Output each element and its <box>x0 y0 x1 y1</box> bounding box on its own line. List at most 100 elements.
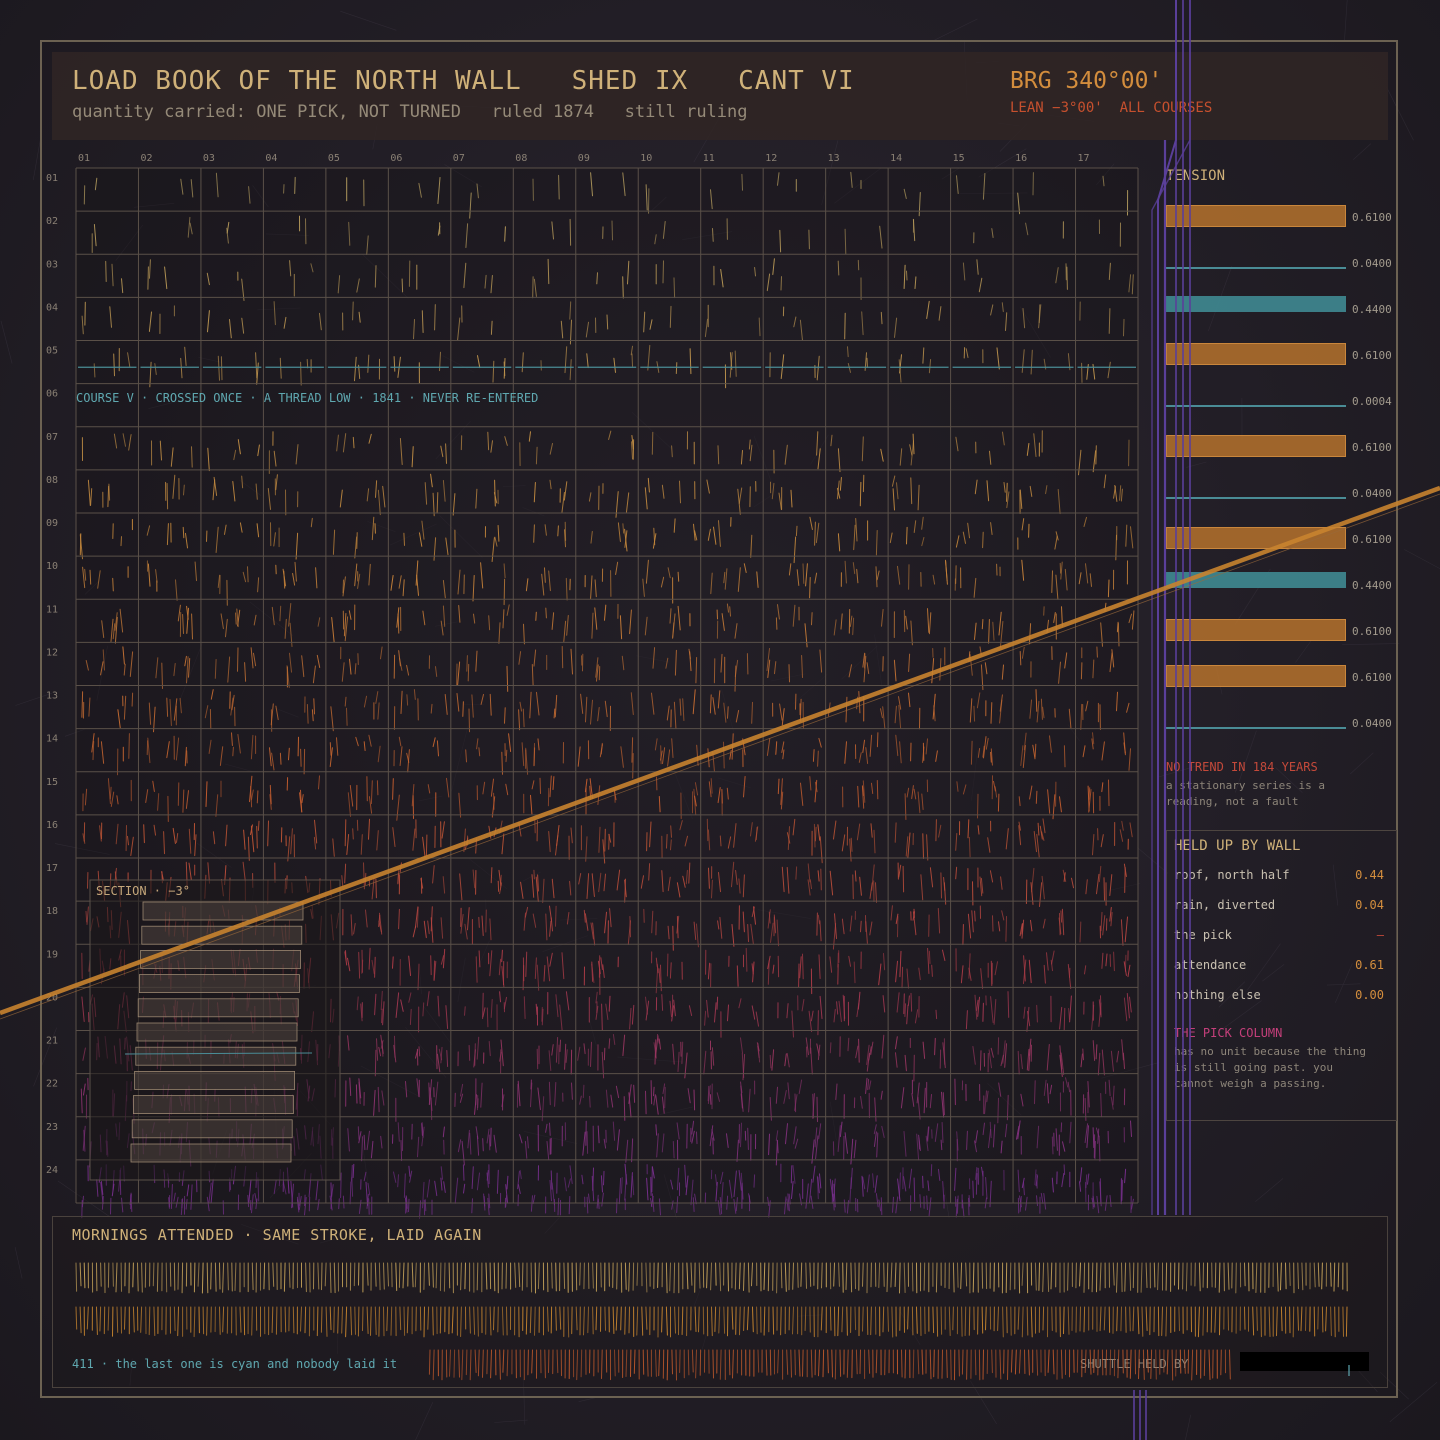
section-course <box>141 925 303 945</box>
held-label: roof, north half <box>1174 868 1290 882</box>
section-course <box>131 1119 293 1139</box>
tension-row: 0.4400 <box>1166 296 1396 322</box>
column-label: 03 <box>203 153 215 164</box>
tension-row: 0.0400 <box>1166 480 1396 506</box>
column-label: 05 <box>328 153 340 164</box>
tension-row: 0.6100 <box>1166 204 1396 230</box>
trend-heading: NO TREND IN 184 YEARS <box>1166 760 1318 774</box>
column-label: 16 <box>1015 153 1027 164</box>
tension-row: 0.6100 <box>1166 664 1396 690</box>
trend-body: a stationary series is a reading, not a … <box>1166 779 1325 808</box>
held-row: attendance 0.61 <box>1174 958 1384 974</box>
column-label: 13 <box>828 153 840 164</box>
row-label: 05 <box>46 346 58 357</box>
column-label: 02 <box>141 153 153 164</box>
section-course <box>137 998 299 1018</box>
tension-row: 0.0004 <box>1166 388 1396 414</box>
held-row: roof, north half 0.44 <box>1174 868 1384 884</box>
section-course <box>134 1071 296 1090</box>
section-course <box>140 950 302 969</box>
section-course <box>142 901 304 921</box>
row-label: 08 <box>46 475 58 486</box>
tension-bar <box>1166 343 1346 365</box>
section-label: SECTION · −3° <box>96 884 190 898</box>
section-inset <box>89 879 341 1181</box>
tension-row: 0.6100 <box>1166 342 1396 368</box>
row-label: 22 <box>46 1079 58 1090</box>
column-label: 04 <box>265 153 277 164</box>
held-label: rain, diverted <box>1174 898 1276 912</box>
row-label: 23 <box>46 1122 58 1133</box>
column-label: 17 <box>1078 153 1090 164</box>
column-label: 11 <box>703 153 715 164</box>
shuttle-label: SHUTTLE HELD BY <box>1080 1357 1189 1371</box>
column-label: 15 <box>953 153 965 164</box>
held-value: 0.61 <box>1355 958 1384 972</box>
row-label: 16 <box>46 820 58 831</box>
pick-body: has no unit because the thing is still g… <box>1174 1045 1367 1090</box>
tension-value: 0.6100 <box>1352 349 1392 362</box>
column-label: 06 <box>390 153 402 164</box>
tension-title: TENSION <box>1166 168 1226 184</box>
tension-bar <box>1166 296 1346 312</box>
tension-value: 0.4400 <box>1352 303 1392 316</box>
tension-value: 0.6100 <box>1352 533 1392 546</box>
course-note: COURSE V · CROSSED ONCE · A THREAD LOW ·… <box>76 391 539 405</box>
tension-bar <box>1166 497 1346 500</box>
tension-row: 0.0400 <box>1166 250 1396 276</box>
section-course <box>138 974 300 993</box>
column-label: 14 <box>890 153 902 164</box>
row-label: 04 <box>46 302 58 313</box>
column-label: 09 <box>578 153 590 164</box>
tension-bar <box>1166 435 1346 457</box>
row-label: 03 <box>46 259 58 270</box>
column-label: 12 <box>765 153 777 164</box>
row-label: 11 <box>46 604 58 615</box>
tension-row: 0.6100 <box>1166 434 1396 460</box>
row-label: 07 <box>46 432 58 443</box>
row-label: 17 <box>46 863 58 874</box>
row-label: 18 <box>46 906 58 917</box>
tension-row: 0.0400 <box>1166 710 1396 736</box>
redaction-block <box>1240 1352 1369 1371</box>
tension-bar <box>1166 619 1346 641</box>
pick-heading: THE PICK COLUMN <box>1174 1026 1283 1040</box>
tension-value: 0.6100 <box>1352 671 1392 684</box>
tension-value: 0.0400 <box>1352 257 1392 270</box>
row-label: 02 <box>46 216 58 227</box>
tension-row: 0.6100 <box>1166 618 1396 644</box>
row-label: 21 <box>46 1036 58 1047</box>
held-label: attendance <box>1174 958 1247 972</box>
mornings-title: MORNINGS ATTENDED · SAME STROKE, LAID AG… <box>72 1226 482 1244</box>
held-value: 0.44 <box>1355 868 1384 882</box>
mornings-note: 411 · the last one is cyan and nobody la… <box>72 1357 398 1371</box>
held-title: HELD UP BY WALL <box>1174 838 1301 854</box>
column-label: 01 <box>78 153 90 164</box>
held-row: the pick – <box>1174 928 1384 944</box>
tension-bar <box>1166 727 1346 730</box>
column-label: 07 <box>453 153 465 164</box>
tension-bar <box>1166 205 1346 227</box>
tension-bar <box>1166 267 1346 270</box>
tension-bar <box>1166 665 1346 687</box>
tension-value: 0.0004 <box>1352 395 1392 408</box>
tension-value: 0.0400 <box>1352 717 1392 730</box>
held-row: rain, diverted 0.04 <box>1174 898 1384 914</box>
section-course <box>135 1046 297 1066</box>
row-label: 10 <box>46 561 58 572</box>
row-label: 20 <box>46 992 58 1003</box>
tension-bar <box>1166 527 1346 549</box>
held-value: – <box>1376 928 1384 942</box>
tension-bar <box>1166 405 1346 408</box>
held-row: nothing else 0.00 <box>1174 988 1384 1004</box>
tension-value: 0.0400 <box>1352 487 1392 500</box>
row-label: 14 <box>46 734 58 745</box>
held-value: 0.04 <box>1355 898 1384 912</box>
tension-bar <box>1166 572 1346 588</box>
column-label: 08 <box>515 153 527 164</box>
held-label: the pick <box>1174 928 1232 942</box>
row-label: 24 <box>46 1165 58 1176</box>
tension-row: 0.6100 <box>1166 526 1396 552</box>
tension-value: 0.6100 <box>1352 625 1392 638</box>
section-course <box>136 1022 298 1042</box>
